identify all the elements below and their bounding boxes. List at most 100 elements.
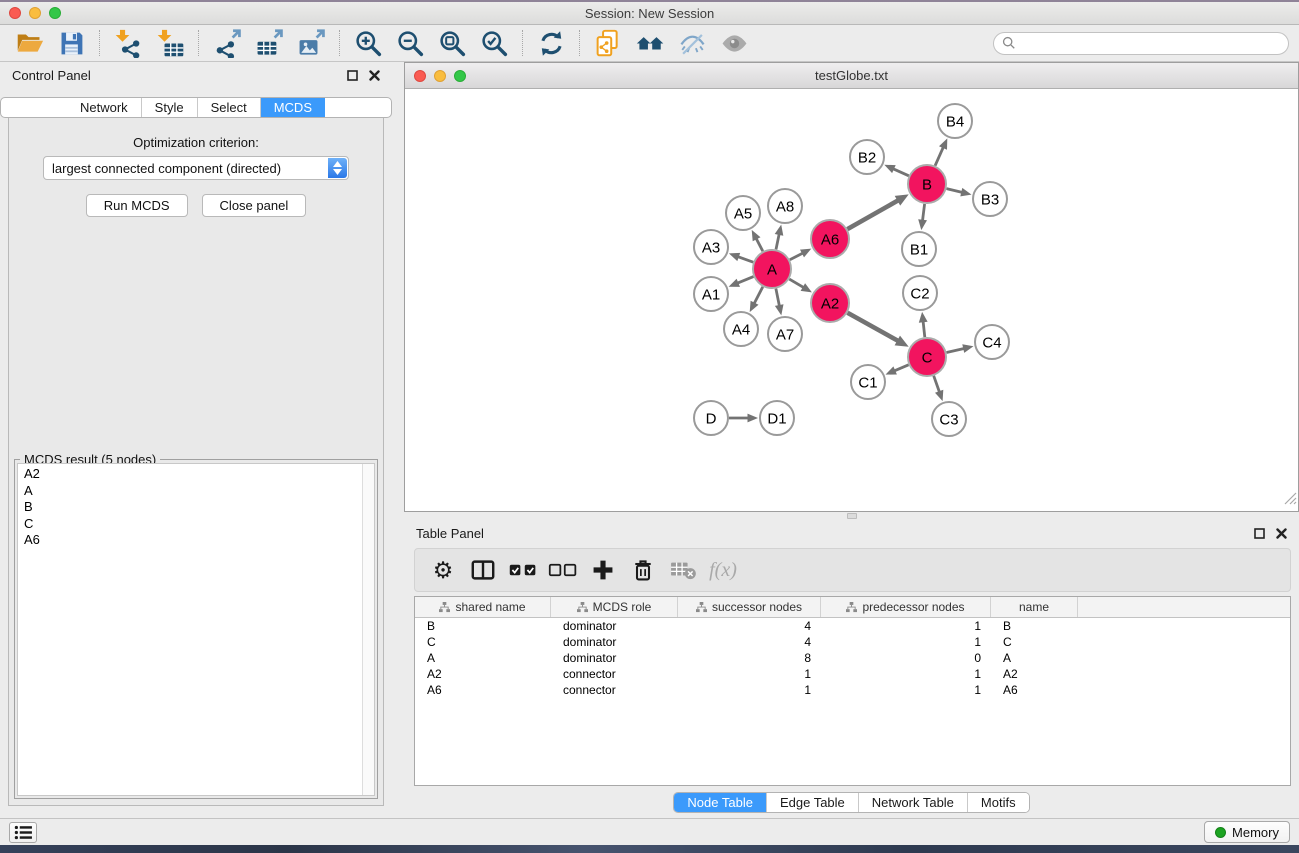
criterion-dropdown[interactable]: largest connected component (directed) bbox=[43, 156, 349, 180]
table-cell[interactable]: 1 bbox=[821, 666, 991, 682]
save-button[interactable] bbox=[50, 27, 92, 60]
node-B3[interactable]: B3 bbox=[973, 182, 1007, 216]
table-cell[interactable]: A bbox=[415, 650, 551, 666]
table-cell[interactable]: B bbox=[415, 618, 551, 634]
edge-A-A7[interactable] bbox=[775, 289, 784, 316]
node-C4[interactable]: C4 bbox=[975, 325, 1009, 359]
table-cell[interactable]: A bbox=[991, 650, 1078, 666]
float-panel-icon[interactable] bbox=[347, 70, 358, 81]
node-C2[interactable]: C2 bbox=[903, 276, 937, 310]
node-A5[interactable]: A5 bbox=[726, 196, 760, 230]
result-list-item[interactable]: A2 bbox=[24, 466, 368, 483]
result-list-item[interactable]: C bbox=[24, 516, 368, 533]
network-canvas[interactable]: B4B2BB3A5A8A6B1A3AC2A1A2A4A7C4CC1C3DD1 bbox=[405, 90, 1298, 511]
tab-network[interactable]: Network bbox=[67, 98, 141, 117]
table-cell[interactable]: 4 bbox=[678, 634, 821, 650]
edge-C-C4[interactable] bbox=[947, 344, 974, 353]
table-tab-network-table[interactable]: Network Table bbox=[858, 793, 967, 812]
node-A[interactable]: A bbox=[753, 250, 791, 288]
show-all-button[interactable] bbox=[713, 27, 755, 60]
table-cell[interactable]: 1 bbox=[821, 634, 991, 650]
table-cell[interactable]: A2 bbox=[991, 666, 1078, 682]
table-row[interactable]: Adominator80A bbox=[415, 650, 1290, 666]
horizontal-split-divider[interactable] bbox=[404, 512, 1299, 520]
table-cell[interactable]: 1 bbox=[821, 618, 991, 634]
edge-C-C1[interactable] bbox=[886, 365, 909, 375]
settings-button[interactable]: ⚙ bbox=[427, 553, 459, 587]
refresh-button[interactable] bbox=[530, 27, 572, 60]
node-A6[interactable]: A6 bbox=[811, 220, 849, 258]
tab-select[interactable]: Select bbox=[197, 98, 260, 117]
export-table-button[interactable] bbox=[248, 27, 290, 60]
float-table-panel-icon[interactable] bbox=[1254, 528, 1265, 539]
import-table-button[interactable] bbox=[149, 27, 191, 60]
table-cell[interactable]: 1 bbox=[821, 682, 991, 698]
table-cell[interactable]: connector bbox=[551, 682, 678, 698]
node-A2[interactable]: A2 bbox=[811, 284, 849, 322]
edge-A-A6[interactable] bbox=[790, 249, 812, 260]
node-C[interactable]: C bbox=[908, 338, 946, 376]
table-cell[interactable]: 1 bbox=[678, 666, 821, 682]
table-row[interactable]: A6connector11A6 bbox=[415, 682, 1290, 698]
edge-D-D1[interactable] bbox=[729, 414, 758, 423]
table-cell[interactable]: C bbox=[991, 634, 1078, 650]
edge-A-A5[interactable] bbox=[752, 230, 763, 251]
table-cell[interactable]: C bbox=[415, 634, 551, 650]
edge-C-C2[interactable] bbox=[919, 312, 928, 337]
edge-B-B3[interactable] bbox=[947, 188, 972, 197]
node-A1[interactable]: A1 bbox=[694, 277, 728, 311]
edge-A-A3[interactable] bbox=[729, 253, 753, 262]
close-panel-icon[interactable] bbox=[369, 70, 380, 81]
table-row[interactable]: Bdominator41B bbox=[415, 618, 1290, 634]
edge-C-C3[interactable] bbox=[934, 376, 944, 401]
edge-A-A2[interactable] bbox=[789, 279, 812, 292]
window-resize-grip[interactable] bbox=[1284, 492, 1297, 510]
task-history-button[interactable] bbox=[9, 822, 37, 843]
tab-mcds[interactable]: MCDS bbox=[260, 98, 325, 117]
table-cell[interactable]: A6 bbox=[415, 682, 551, 698]
table-tab-node-table[interactable]: Node Table bbox=[674, 793, 766, 812]
delete-column-button[interactable] bbox=[627, 553, 659, 587]
table-cell[interactable]: dominator bbox=[551, 634, 678, 650]
table-cell[interactable]: B bbox=[991, 618, 1078, 634]
edge-A6-B[interactable] bbox=[847, 194, 908, 229]
table-row[interactable]: Cdominator41C bbox=[415, 634, 1290, 650]
zoom-out-button[interactable] bbox=[389, 27, 431, 60]
edge-A2-C[interactable] bbox=[848, 313, 909, 347]
node-C1[interactable]: C1 bbox=[851, 365, 885, 399]
node-B2[interactable]: B2 bbox=[850, 140, 884, 174]
node-B1[interactable]: B1 bbox=[902, 232, 936, 266]
table-tab-motifs[interactable]: Motifs bbox=[967, 793, 1029, 812]
table-cell[interactable]: 4 bbox=[678, 618, 821, 634]
table-cell[interactable]: 0 bbox=[821, 650, 991, 666]
edge-A-A4[interactable] bbox=[750, 287, 763, 312]
edge-A-A1[interactable] bbox=[729, 277, 754, 287]
memory-button[interactable]: Memory bbox=[1204, 821, 1290, 843]
node-A4[interactable]: A4 bbox=[724, 312, 758, 346]
export-image-button[interactable] bbox=[290, 27, 332, 60]
column-header-shared-name[interactable]: shared name bbox=[415, 597, 551, 617]
deselect-all-rows-button[interactable] bbox=[547, 553, 579, 587]
node-B[interactable]: B bbox=[908, 165, 946, 203]
column-header-predecessor-nodes[interactable]: predecessor nodes bbox=[821, 597, 991, 617]
node-D[interactable]: D bbox=[694, 401, 728, 435]
result-list-item[interactable]: A bbox=[24, 483, 368, 500]
node-B4[interactable]: B4 bbox=[938, 104, 972, 138]
tab-style[interactable]: Style bbox=[141, 98, 197, 117]
column-header-MCDS-role[interactable]: MCDS role bbox=[551, 597, 678, 617]
table-cell[interactable]: connector bbox=[551, 666, 678, 682]
close-table-panel-icon[interactable] bbox=[1276, 528, 1287, 539]
table-cell[interactable]: A6 bbox=[991, 682, 1078, 698]
add-column-button[interactable] bbox=[587, 553, 619, 587]
split-view-button[interactable] bbox=[467, 553, 499, 587]
column-header-successor-nodes[interactable]: successor nodes bbox=[678, 597, 821, 617]
table-cell[interactable]: A2 bbox=[415, 666, 551, 682]
zoom-fit-button[interactable] bbox=[431, 27, 473, 60]
close-panel-button[interactable]: Close panel bbox=[202, 194, 307, 217]
edge-B-B2[interactable] bbox=[884, 165, 909, 176]
open-button[interactable] bbox=[8, 27, 50, 60]
zoom-selected-button[interactable] bbox=[473, 27, 515, 60]
result-list-item[interactable]: A6 bbox=[24, 532, 368, 549]
edge-B-B4[interactable] bbox=[935, 138, 947, 165]
node-A7[interactable]: A7 bbox=[768, 317, 802, 351]
